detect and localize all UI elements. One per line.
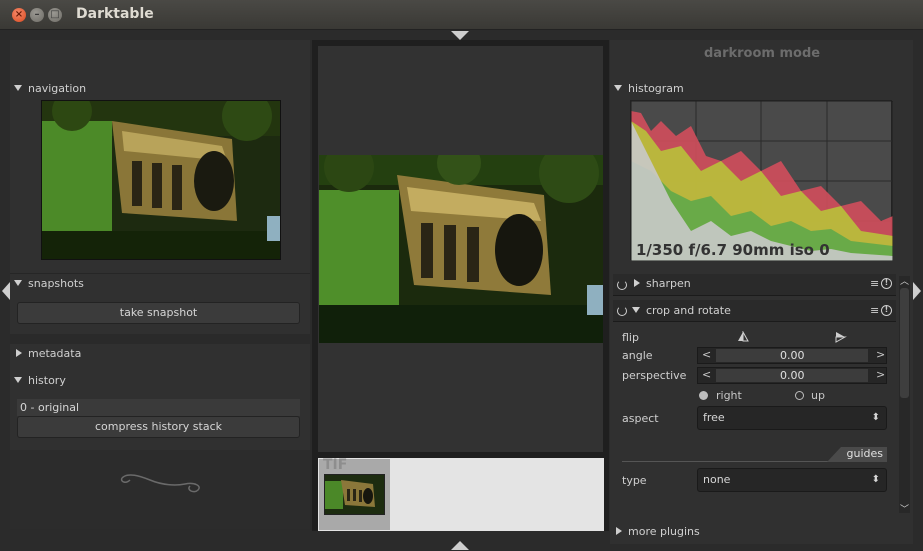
crop-rotate-label: crop and rotate [646, 304, 731, 317]
angle-slider[interactable]: < 0.00 > [697, 347, 887, 364]
more-plugins-label: more plugins [628, 525, 700, 538]
plugin-scrollbar[interactable] [899, 276, 910, 513]
guides-type-select[interactable]: none ⬍ [697, 468, 887, 492]
divider [10, 334, 310, 344]
reset-icon[interactable]: ! [881, 278, 892, 289]
take-snapshot-button[interactable]: take snapshot [17, 302, 300, 324]
expanded-arrow-icon [14, 280, 22, 286]
scrollbar-thumb[interactable] [900, 288, 909, 398]
navigation-image [42, 101, 280, 259]
flip-label: flip [622, 331, 639, 344]
increase-arrow-icon[interactable]: > [876, 368, 885, 381]
expanded-arrow-icon [614, 85, 622, 91]
collapsed-arrow-icon [634, 279, 640, 287]
left-panel-toggle-icon[interactable] [2, 282, 10, 300]
left-panel-footer [10, 450, 310, 529]
navigation-label: navigation [28, 82, 87, 95]
aspect-select[interactable]: free ⬍ [697, 406, 887, 430]
title-bar: × – □ Darktable [0, 0, 923, 30]
scroll-up-icon[interactable]: ︿ [900, 274, 909, 287]
flip-horizontal-icon[interactable] [835, 331, 847, 343]
perspective-slider[interactable]: < 0.00 > [697, 367, 887, 384]
aspect-label: aspect [622, 412, 659, 425]
angle-value: 0.00 [780, 349, 805, 362]
power-icon[interactable] [617, 306, 627, 316]
histogram-header[interactable]: histogram [614, 82, 684, 95]
expanded-arrow-icon [14, 377, 22, 383]
expanded-arrow-icon [632, 307, 640, 313]
crop-rotate-header[interactable]: crop and rotate [632, 304, 731, 317]
presets-menu-icon[interactable]: ≡ [870, 277, 879, 290]
history-header[interactable]: history [14, 374, 66, 387]
scroll-down-icon[interactable]: ﹀ [900, 502, 909, 515]
decrease-arrow-icon[interactable]: < [702, 368, 711, 381]
history-item[interactable]: 0 - original [17, 399, 300, 416]
increase-arrow-icon[interactable]: > [876, 348, 885, 361]
snapshots-header[interactable]: snapshots [14, 277, 84, 290]
more-plugins-header[interactable]: more plugins [616, 525, 700, 538]
compress-history-button[interactable]: compress history stack [17, 416, 300, 438]
combo-arrows-icon: ⬍ [871, 474, 880, 485]
filmstrip-thumbnail-frame[interactable]: TIF [319, 457, 390, 530]
darktable-flourish-icon [120, 474, 200, 493]
perspective-value: 0.00 [780, 369, 805, 382]
navigation-header[interactable]: navigation [14, 82, 86, 95]
perspective-label: perspective [622, 369, 687, 382]
aspect-value: free [703, 411, 725, 424]
power-icon[interactable] [617, 280, 627, 290]
type-label: type [622, 474, 647, 487]
radio-right[interactable] [699, 391, 708, 400]
radio-up-label: up [811, 389, 825, 402]
histogram-graph [631, 101, 893, 261]
sharpen-header[interactable]: sharpen [634, 277, 691, 290]
collapsed-arrow-icon [16, 349, 22, 357]
flip-vertical-icon[interactable] [737, 331, 749, 343]
top-panel-toggle-icon[interactable] [451, 31, 469, 40]
filmstrip-thumbnail[interactable] [324, 474, 385, 515]
close-window-button[interactable]: × [12, 8, 26, 22]
window-title: Darktable [76, 6, 154, 22]
thumbnail-image [325, 475, 384, 514]
minimize-window-button[interactable]: – [30, 8, 44, 22]
sharpen-label: sharpen [646, 277, 691, 290]
reset-icon[interactable]: ! [881, 305, 892, 316]
histogram-label: histogram [628, 82, 684, 95]
metadata-label: metadata [28, 347, 82, 360]
divider [10, 273, 310, 274]
exif-info: 1/350 f/6.7 90mm iso 0 [636, 241, 830, 259]
radio-right-label: right [716, 389, 742, 402]
decrease-arrow-icon[interactable]: < [702, 348, 711, 361]
right-panel-toggle-icon[interactable] [913, 282, 921, 300]
histogram[interactable]: 1/350 f/6.7 90mm iso 0 [630, 100, 893, 261]
combo-arrows-icon: ⬍ [871, 412, 880, 423]
history-label: history [28, 374, 66, 387]
view-mode-label: darkroom mode [704, 46, 821, 61]
snapshots-label: snapshots [28, 277, 84, 290]
bottom-panel-toggle-icon[interactable] [451, 541, 469, 550]
main-image[interactable] [319, 155, 603, 343]
metadata-header[interactable]: metadata [16, 347, 81, 360]
main-photo [319, 155, 603, 343]
presets-menu-icon[interactable]: ≡ [870, 304, 879, 317]
radio-up[interactable] [795, 391, 804, 400]
angle-label: angle [622, 349, 653, 362]
expanded-arrow-icon [14, 85, 22, 91]
format-badge: TIF [323, 457, 348, 473]
collapsed-arrow-icon [616, 527, 622, 535]
navigation-thumbnail[interactable] [41, 100, 281, 260]
type-value: none [703, 473, 731, 486]
maximize-window-button[interactable]: □ [48, 8, 62, 22]
guides-label: guides [846, 447, 884, 460]
